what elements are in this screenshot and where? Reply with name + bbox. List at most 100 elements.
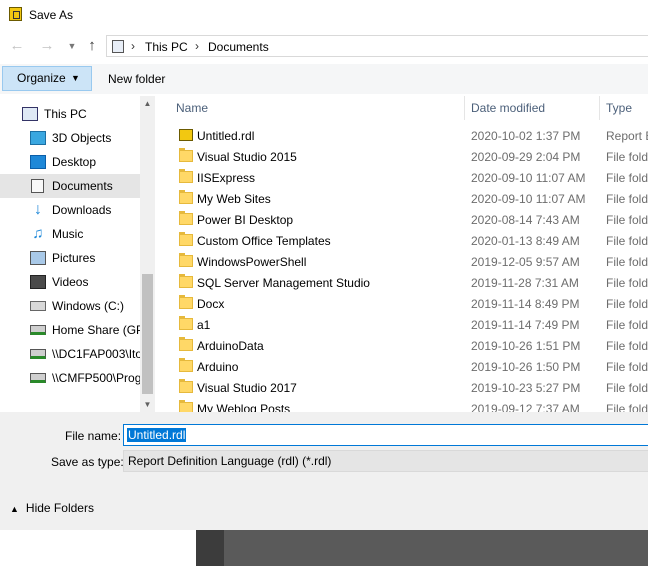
- folder-icon: [179, 190, 193, 204]
- file-list: Name Date modified Type Untitled.rdl 202…: [162, 96, 648, 412]
- sidebar-item-videos[interactable]: Videos: [0, 270, 140, 294]
- pictures-icon: [30, 251, 46, 265]
- save-as-type-dropdown[interactable]: Report Definition Language (rdl) (*.rdl): [123, 450, 648, 472]
- file-row[interactable]: Custom Office Templates 2020-01-13 8:49 …: [162, 230, 648, 251]
- background-canvas: [224, 530, 648, 566]
- report-file-icon: [179, 129, 193, 141]
- sidebar-item-home-share[interactable]: Home Share (GP: [0, 318, 140, 342]
- scrollbar-thumb[interactable]: [142, 274, 153, 394]
- file-name: Docx: [197, 297, 225, 311]
- save-as-dialog: Save As ← → ▼ ↑ › This PC › Documents Or…: [0, 0, 648, 530]
- breadcrumb-separator-icon: ›: [131, 39, 135, 53]
- column-divider[interactable]: [599, 96, 600, 120]
- file-date: 2019-11-14 7:49 PM: [471, 318, 580, 332]
- drive-icon: [30, 301, 46, 311]
- file-name-value: Untitled.rdl: [127, 428, 187, 442]
- navigation-pane-scrollbar[interactable]: ▲ ▼: [140, 96, 155, 412]
- file-type: File folder: [606, 192, 648, 206]
- file-name: IISExpress: [197, 171, 256, 185]
- chevron-down-icon[interactable]: ▼: [62, 36, 82, 56]
- file-date: 2019-10-26 1:51 PM: [471, 339, 581, 353]
- file-date: 2019-10-23 5:27 PM: [471, 381, 581, 395]
- sidebar-item-documents[interactable]: Documents: [0, 174, 140, 198]
- scroll-up-icon[interactable]: ▲: [140, 96, 155, 111]
- file-type: Report Builder: [606, 129, 648, 143]
- sidebar-item-3d-objects[interactable]: 3D Objects: [0, 126, 140, 150]
- background-window: [0, 530, 196, 566]
- file-name-input[interactable]: Untitled.rdl: [123, 424, 648, 446]
- file-row[interactable]: My Web Sites 2020-09-10 11:07 AM File fo…: [162, 188, 648, 209]
- save-options-panel: File name: Untitled.rdl Save as type: Re…: [0, 412, 648, 530]
- arrow-up-icon[interactable]: ↑: [82, 36, 102, 56]
- report-builder-app-icon: [9, 7, 22, 21]
- navigation-pane: This PC 3D Objects Desktop Documents ↓ D…: [0, 96, 155, 412]
- breadcrumb-separator-icon: ›: [195, 39, 199, 53]
- column-header-date-modified[interactable]: Date modified: [471, 96, 545, 120]
- file-name: Visual Studio 2015: [197, 150, 297, 164]
- sidebar-item-cmfp500[interactable]: \\CMFP500\Prog: [0, 366, 140, 390]
- folder-icon: [179, 274, 193, 288]
- file-name: Arduino: [197, 360, 239, 374]
- breadcrumb-this-pc[interactable]: This PC: [145, 40, 188, 54]
- column-header-name[interactable]: Name: [176, 96, 208, 120]
- cube-icon: [30, 131, 46, 145]
- folder-icon: [179, 337, 193, 351]
- file-row[interactable]: WindowsPowerShell 2019-12-05 9:57 AM Fil…: [162, 251, 648, 272]
- file-date: 2020-01-13 8:49 AM: [471, 234, 580, 248]
- new-folder-button[interactable]: New folder: [108, 72, 165, 86]
- file-type: File folder: [606, 318, 648, 332]
- computer-icon: [112, 40, 124, 53]
- file-name: Custom Office Templates: [197, 234, 331, 248]
- file-row[interactable]: IISExpress 2020-09-10 11:07 AM File fold…: [162, 167, 648, 188]
- organize-button[interactable]: Organize ▼: [2, 66, 92, 91]
- file-row[interactable]: Arduino 2019-10-26 1:50 PM File folder: [162, 356, 648, 377]
- file-name: WindowsPowerShell: [197, 255, 307, 269]
- file-name: Visual Studio 2017: [197, 381, 297, 395]
- file-row[interactable]: SQL Server Management Studio 2019-11-28 …: [162, 272, 648, 293]
- file-type: File folder: [606, 297, 648, 311]
- file-row[interactable]: Visual Studio 2017 2019-10-23 5:27 PM Fi…: [162, 377, 648, 398]
- file-row[interactable]: Power BI Desktop 2020-08-14 7:43 AM File…: [162, 209, 648, 230]
- file-row[interactable]: My Weblog Posts 2019-09-12 7:37 AM File …: [162, 398, 648, 412]
- sidebar-item-desktop[interactable]: Desktop: [0, 150, 140, 174]
- hide-folders-button[interactable]: ▲ Hide Folders: [10, 501, 94, 515]
- file-date: 2019-11-14 8:49 PM: [471, 297, 580, 311]
- column-divider[interactable]: [464, 96, 465, 120]
- sidebar-item-dc1fap003[interactable]: \\DC1FAP003\Ito: [0, 342, 140, 366]
- file-row[interactable]: ArduinoData 2019-10-26 1:51 PM File fold…: [162, 335, 648, 356]
- breadcrumb-documents[interactable]: Documents: [208, 40, 269, 54]
- desktop-icon: [30, 155, 46, 169]
- documents-icon: [31, 179, 44, 193]
- sidebar-item-label: Videos: [52, 275, 89, 289]
- organize-label: Organize: [17, 71, 66, 85]
- file-type: File folder: [606, 255, 648, 269]
- arrow-left-icon[interactable]: ←: [7, 36, 27, 56]
- folder-icon: [179, 379, 193, 393]
- file-row-untitled-rdl[interactable]: Untitled.rdl 2020-10-02 1:37 PM Report B…: [162, 125, 648, 146]
- sidebar-item-this-pc[interactable]: This PC: [0, 102, 140, 126]
- column-header-type[interactable]: Type: [606, 96, 632, 120]
- folder-icon: [179, 232, 193, 246]
- address-bar[interactable]: › This PC › Documents: [106, 35, 648, 57]
- sidebar-item-downloads[interactable]: ↓ Downloads: [0, 198, 140, 222]
- sidebar-item-music[interactable]: ♫ Music: [0, 222, 140, 246]
- folder-icon: [179, 169, 193, 183]
- save-as-type-value: Report Definition Language (rdl) (*.rdl): [128, 454, 332, 468]
- sidebar-item-windows-c[interactable]: Windows (C:): [0, 294, 140, 318]
- sidebar-item-label: Documents: [52, 179, 113, 193]
- file-row[interactable]: Docx 2019-11-14 8:49 PM File folder: [162, 293, 648, 314]
- sidebar-item-label: Desktop: [52, 155, 97, 169]
- sidebar-item-pictures[interactable]: Pictures: [0, 246, 140, 270]
- file-date: 2019-09-12 7:37 AM: [471, 402, 580, 412]
- folder-icon: [179, 358, 193, 372]
- file-row[interactable]: Visual Studio 2015 2020-09-29 2:04 PM Fi…: [162, 146, 648, 167]
- network-drive-icon: [30, 349, 46, 359]
- file-type: File folder: [606, 213, 648, 227]
- scroll-down-icon[interactable]: ▼: [140, 397, 155, 412]
- file-row[interactable]: a1 2019-11-14 7:49 PM File folder: [162, 314, 648, 335]
- folder-icon: [179, 253, 193, 267]
- network-drive-icon: [30, 325, 46, 335]
- film-icon: [30, 275, 46, 289]
- arrow-right-icon[interactable]: →: [37, 36, 57, 56]
- file-type: File folder: [606, 171, 648, 185]
